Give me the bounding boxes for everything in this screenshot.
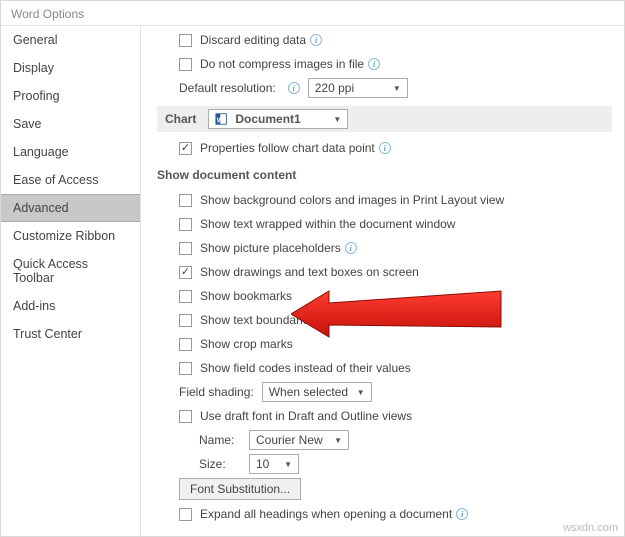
expand-headings-checkbox[interactable]: [179, 508, 192, 521]
chart-document-dropdown[interactable]: W Document1 ▼: [208, 109, 348, 129]
font-size-label: Size:: [199, 457, 241, 471]
svg-text:W: W: [217, 118, 224, 125]
info-icon[interactable]: i: [288, 82, 300, 94]
font-name-label: Name:: [199, 433, 241, 447]
chevron-down-icon: ▼: [393, 84, 401, 93]
discard-editing-checkbox[interactable]: [179, 34, 192, 47]
show-fieldcodes-checkbox[interactable]: [179, 362, 192, 375]
show-document-content-heading: Show document content: [157, 162, 612, 186]
show-placeholders-label: Show picture placeholders: [200, 241, 341, 255]
show-wrap-checkbox[interactable]: [179, 218, 192, 231]
info-icon[interactable]: i: [345, 242, 357, 254]
sidebar-item-customize-ribbon[interactable]: Customize Ribbon: [1, 222, 140, 250]
content-panel: Discard editing data i Do not compress i…: [141, 25, 624, 536]
sidebar-item-general[interactable]: General: [1, 26, 140, 54]
sidebar: General Display Proofing Save Language E…: [1, 25, 141, 536]
font-substitution-button[interactable]: Font Substitution...: [179, 478, 301, 500]
no-compress-checkbox[interactable]: [179, 58, 192, 71]
sidebar-item-trust-center[interactable]: Trust Center: [1, 320, 140, 348]
field-shading-dropdown[interactable]: When selected ▼: [262, 382, 372, 402]
show-drawings-label: Show drawings and text boxes on screen: [200, 265, 419, 279]
sidebar-item-advanced[interactable]: Advanced: [1, 194, 140, 222]
sidebar-item-language[interactable]: Language: [1, 138, 140, 166]
sidebar-item-display[interactable]: Display: [1, 54, 140, 82]
chevron-down-icon: ▼: [333, 115, 341, 124]
show-fieldcodes-label: Show field codes instead of their values: [200, 361, 411, 375]
show-crop-checkbox[interactable]: [179, 338, 192, 351]
sidebar-item-proofing[interactable]: Proofing: [1, 82, 140, 110]
no-compress-label: Do not compress images in file: [200, 57, 364, 71]
field-shading-label: Field shading:: [179, 385, 254, 399]
discard-editing-label: Discard editing data: [200, 33, 306, 47]
show-placeholders-checkbox[interactable]: [179, 242, 192, 255]
show-crop-label: Show crop marks: [200, 337, 293, 351]
chevron-down-icon: ▼: [357, 388, 365, 397]
show-bookmarks-label: Show bookmarks: [200, 289, 292, 303]
properties-follow-checkbox[interactable]: [179, 142, 192, 155]
font-name-dropdown[interactable]: Courier New ▼: [249, 430, 349, 450]
show-boundaries-label: Show text boundaries: [200, 313, 315, 327]
use-draft-font-checkbox[interactable]: [179, 410, 192, 423]
default-resolution-dropdown[interactable]: 220 ppi ▼: [308, 78, 408, 98]
show-bg-checkbox[interactable]: [179, 194, 192, 207]
expand-headings-label: Expand all headings when opening a docum…: [200, 507, 452, 521]
info-icon[interactable]: i: [379, 142, 391, 154]
chevron-down-icon: ▼: [334, 436, 342, 445]
show-wrap-label: Show text wrapped within the document wi…: [200, 217, 455, 231]
show-drawings-checkbox[interactable]: [179, 266, 192, 279]
watermark: wsxdn.com: [563, 522, 618, 534]
show-boundaries-checkbox[interactable]: [179, 314, 192, 327]
sidebar-item-quick-access-toolbar[interactable]: Quick Access Toolbar: [1, 250, 140, 292]
default-resolution-label: Default resolution:: [179, 81, 276, 95]
info-icon[interactable]: i: [456, 508, 468, 520]
window-title: Word Options: [1, 1, 624, 25]
word-doc-icon: W: [215, 112, 229, 126]
font-size-dropdown[interactable]: 10 ▼: [249, 454, 299, 474]
show-bg-label: Show background colors and images in Pri…: [200, 193, 504, 207]
properties-follow-label: Properties follow chart data point: [200, 141, 375, 155]
use-draft-font-label: Use draft font in Draft and Outline view…: [200, 409, 412, 423]
show-bookmarks-checkbox[interactable]: [179, 290, 192, 303]
chart-section-label: Chart: [165, 112, 196, 126]
info-icon[interactable]: i: [368, 58, 380, 70]
info-icon[interactable]: i: [310, 34, 322, 46]
sidebar-item-add-ins[interactable]: Add-ins: [1, 292, 140, 320]
sidebar-item-save[interactable]: Save: [1, 110, 140, 138]
sidebar-item-ease-of-access[interactable]: Ease of Access: [1, 166, 140, 194]
chevron-down-icon: ▼: [284, 460, 292, 469]
